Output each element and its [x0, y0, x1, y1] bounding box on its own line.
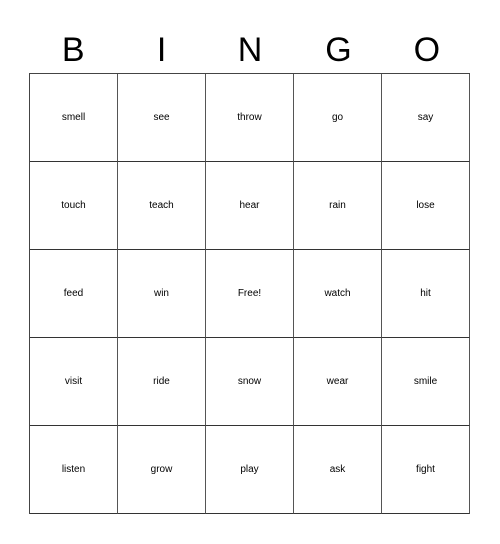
bingo-cell[interactable]: feed — [30, 250, 118, 338]
bingo-cell[interactable]: teach — [118, 162, 206, 250]
bingo-header: B I N G O — [29, 28, 471, 72]
bingo-cell[interactable]: grow — [118, 426, 206, 514]
bingo-cell[interactable]: ask — [294, 426, 382, 514]
bingo-cell[interactable]: say — [382, 74, 470, 162]
bingo-cell[interactable]: fight — [382, 426, 470, 514]
bingo-cell[interactable]: hit — [382, 250, 470, 338]
bingo-cell[interactable]: listen — [30, 426, 118, 514]
bingo-cell[interactable]: throw — [206, 74, 294, 162]
bingo-cell[interactable]: smell — [30, 74, 118, 162]
bingo-cell[interactable]: hear — [206, 162, 294, 250]
bingo-cell[interactable]: play — [206, 426, 294, 514]
bingo-cell[interactable]: touch — [30, 162, 118, 250]
header-letter-i: I — [156, 31, 167, 69]
header-letter-n: N — [237, 31, 263, 69]
bingo-cell[interactable]: rain — [294, 162, 382, 250]
bingo-cell[interactable]: smile — [382, 338, 470, 426]
bingo-cell[interactable]: visit — [30, 338, 118, 426]
bingo-cell[interactable]: go — [294, 74, 382, 162]
free-space-cell[interactable]: Free! — [206, 250, 294, 338]
bingo-cell[interactable]: ride — [118, 338, 206, 426]
bingo-cell[interactable]: see — [118, 74, 206, 162]
bingo-grid: smell see throw go say touch teach hear rain lose… — [29, 73, 470, 514]
bingo-cell[interactable]: wear — [294, 338, 382, 426]
header-letter-b: B — [61, 31, 85, 69]
header-letter-o: O — [413, 31, 441, 69]
bingo-cell[interactable]: snow — [206, 338, 294, 426]
header-letter-g: G — [325, 31, 352, 69]
bingo-cell[interactable]: lose — [382, 162, 470, 250]
bingo-cell[interactable]: win — [118, 250, 206, 338]
bingo-cell[interactable]: watch — [294, 250, 382, 338]
